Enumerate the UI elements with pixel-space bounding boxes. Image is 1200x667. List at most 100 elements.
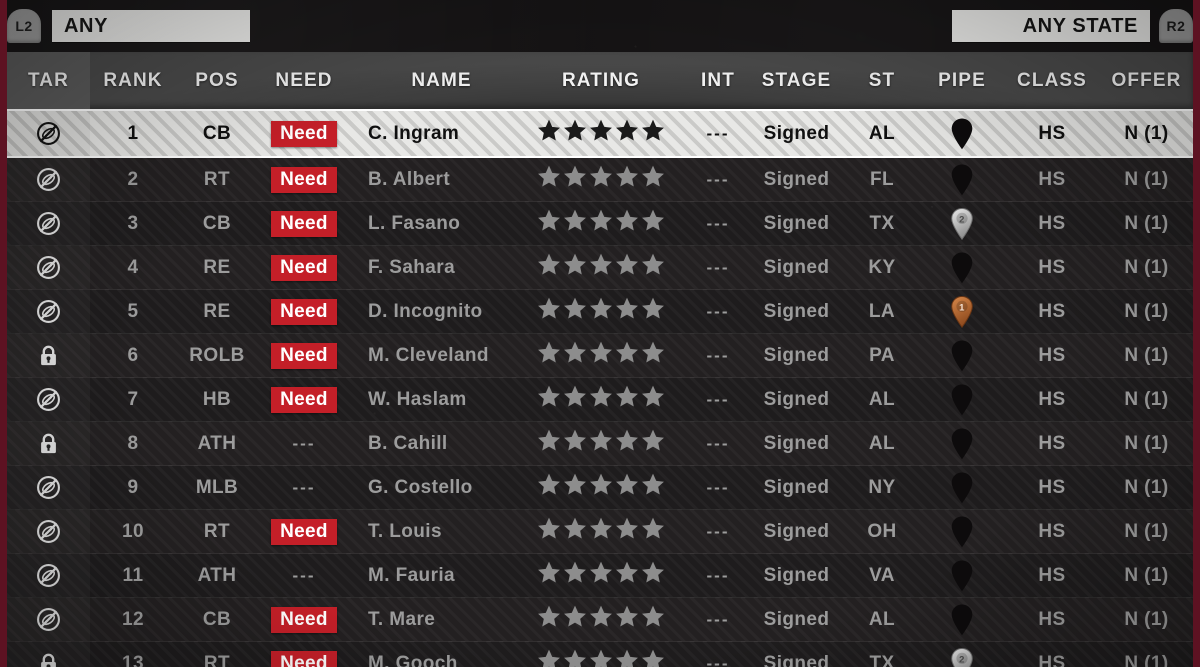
column-header-int[interactable]: INT: [687, 70, 749, 92]
cell-rating: [515, 118, 687, 149]
cell-rank: 7: [127, 388, 139, 410]
cell-tar[interactable]: [7, 563, 90, 588]
column-header-name[interactable]: NAME: [350, 70, 515, 92]
cell-pipe: [920, 117, 1004, 151]
column-header-pipe[interactable]: PIPE: [920, 70, 1004, 92]
cell-name[interactable]: B. Albert: [350, 169, 515, 191]
cell-name[interactable]: T. Louis: [350, 521, 515, 543]
cell-tar[interactable]: [7, 167, 90, 192]
lock-icon[interactable]: [36, 651, 61, 667]
cell-need: Need: [258, 166, 350, 193]
cell-tar[interactable]: [7, 431, 90, 456]
l2-trigger-icon[interactable]: L2: [7, 9, 41, 43]
cell-name[interactable]: F. Sahara: [350, 257, 515, 279]
cell-stage: Signed: [763, 168, 830, 190]
table-row[interactable]: 11 ATH --- M. Fauria --- Signed VA HS N (1): [7, 554, 1193, 598]
column-header-rating[interactable]: RATING: [515, 70, 687, 92]
cell-tar[interactable]: [7, 299, 90, 324]
column-header-stage[interactable]: STAGE: [749, 70, 844, 92]
lock-icon[interactable]: [36, 431, 61, 456]
table-row[interactable]: 6 ROLB Need M. Cleveland --- Signed PA HS N (1): [7, 334, 1193, 378]
no-target-icon[interactable]: [36, 475, 61, 500]
cell-name[interactable]: M. Gooch: [350, 653, 515, 667]
cell-tar[interactable]: [7, 211, 90, 236]
cell-offer: N (1): [1124, 520, 1169, 542]
cell-need: ---: [258, 433, 350, 455]
cell-offer: N (1): [1124, 122, 1169, 144]
column-header-offer[interactable]: OFFER: [1100, 70, 1193, 92]
cell-name[interactable]: B. Cahill: [350, 433, 515, 455]
cell-name[interactable]: L. Fasano: [350, 213, 515, 235]
no-target-icon[interactable]: [36, 121, 61, 146]
cell-tar[interactable]: [7, 121, 90, 146]
column-header-need[interactable]: NEED: [258, 70, 350, 92]
cell-offer: N (1): [1124, 564, 1169, 586]
svg-text:2: 2: [959, 654, 965, 665]
cell-st: OH: [867, 520, 897, 542]
cell-st: AL: [868, 432, 896, 454]
cell-name[interactable]: G. Costello: [350, 477, 515, 499]
no-target-icon[interactable]: [36, 255, 61, 280]
cell-int: ---: [706, 213, 730, 233]
cell-tar[interactable]: [7, 255, 90, 280]
cell-need: Need: [258, 386, 350, 413]
cell-name[interactable]: M. Fauria: [350, 565, 515, 587]
cell-int: ---: [706, 123, 730, 143]
cell-stage: Signed: [763, 476, 830, 498]
table-row[interactable]: 5 RE Need D. Incognito --- Signed LA 1 HS N (1): [7, 290, 1193, 334]
cell-tar[interactable]: [7, 475, 90, 500]
cell-class: HS: [1038, 344, 1066, 366]
no-target-icon[interactable]: [36, 519, 61, 544]
table-row[interactable]: 9 MLB --- G. Costello --- Signed NY HS N (1): [7, 466, 1193, 510]
cell-tar[interactable]: [7, 651, 90, 667]
no-target-icon[interactable]: [36, 299, 61, 324]
cell-name[interactable]: W. Haslam: [350, 389, 515, 411]
cell-rank: 3: [127, 212, 139, 234]
cell-int: ---: [706, 389, 730, 409]
cell-stage: Signed: [763, 432, 830, 454]
no-target-icon[interactable]: [36, 387, 61, 412]
cell-rating: [515, 648, 687, 667]
cell-name[interactable]: C. Ingram: [350, 123, 515, 145]
cell-pos: CB: [202, 122, 232, 144]
no-target-icon[interactable]: [36, 607, 61, 632]
table-row[interactable]: 3 CB Need L. Fasano --- Signed TX 2 HS N (1): [7, 202, 1193, 246]
cell-pipe: [920, 163, 1004, 197]
cell-tar[interactable]: [7, 343, 90, 368]
cell-rank: 4: [127, 256, 139, 278]
cell-name[interactable]: T. Mare: [350, 609, 515, 631]
table-row[interactable]: 12 CB Need T. Mare --- Signed AL HS N (1): [7, 598, 1193, 642]
table-row[interactable]: 13 RT Need M. Gooch --- Signed TX 2 HS N (1): [7, 642, 1193, 667]
column-header-tar[interactable]: TAR: [7, 70, 90, 92]
cell-need: Need: [258, 606, 350, 633]
need-badge: Need: [271, 166, 337, 193]
table-row[interactable]: 2 RT Need B. Albert --- Signed FL HS N (1): [7, 158, 1193, 202]
lock-icon[interactable]: [36, 343, 61, 368]
position-filter-input[interactable]: ANY: [52, 10, 250, 42]
cell-class: HS: [1038, 432, 1066, 454]
column-header-st[interactable]: ST: [844, 70, 920, 92]
cell-offer: N (1): [1124, 168, 1169, 190]
column-header-rank[interactable]: RANK: [90, 70, 176, 92]
cell-tar[interactable]: [7, 519, 90, 544]
cell-name[interactable]: M. Cleveland: [350, 345, 515, 367]
cell-tar[interactable]: [7, 607, 90, 632]
no-target-icon[interactable]: [36, 563, 61, 588]
table-row[interactable]: 8 ATH --- B. Cahill --- Signed AL HS N (1): [7, 422, 1193, 466]
table-row[interactable]: 1 CB Need C. Ingram --- Signed AL HS N (1): [7, 109, 1193, 158]
cell-name[interactable]: D. Incognito: [350, 301, 515, 323]
cell-need: Need: [258, 298, 350, 325]
no-target-icon[interactable]: [36, 167, 61, 192]
no-target-icon[interactable]: [36, 211, 61, 236]
need-badge: Need: [271, 386, 337, 413]
cell-offer: N (1): [1124, 608, 1169, 630]
state-filter-input[interactable]: ANY STATE: [952, 10, 1150, 42]
cell-st: TX: [869, 652, 895, 667]
r2-trigger-icon[interactable]: R2: [1159, 9, 1193, 43]
table-row[interactable]: 10 RT Need T. Louis --- Signed OH HS N (1): [7, 510, 1193, 554]
table-row[interactable]: 4 RE Need F. Sahara --- Signed KY HS N (1): [7, 246, 1193, 290]
cell-tar[interactable]: [7, 387, 90, 412]
column-header-class[interactable]: CLASS: [1004, 70, 1100, 92]
column-header-pos[interactable]: POS: [176, 70, 258, 92]
table-row[interactable]: 7 HB Need W. Haslam --- Signed AL HS N (1): [7, 378, 1193, 422]
